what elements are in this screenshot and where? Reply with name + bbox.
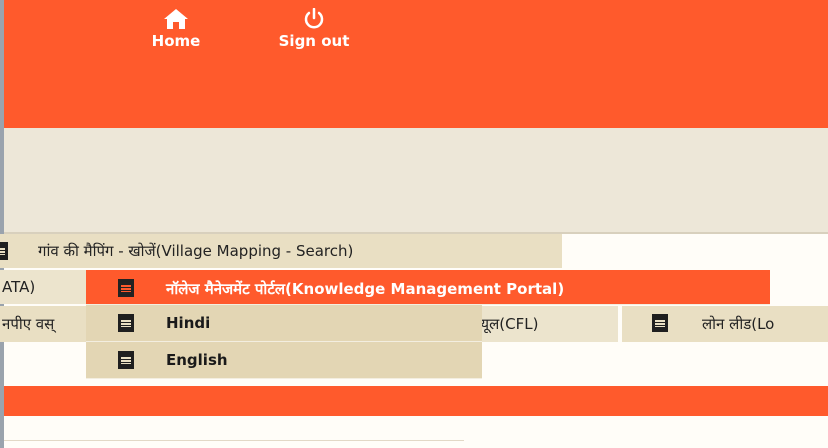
menu-item-partial[interactable]: नपीए वस् <box>0 306 86 342</box>
menu-item-label: न्यूल(CFL) <box>476 315 539 333</box>
bottom-divider <box>4 440 464 441</box>
knowledge-portal-submenu: नॉलेज मैनेजमेंट पोर्टल(Knowledge Managem… <box>86 270 770 379</box>
sign-out-button[interactable]: Sign out <box>262 8 366 50</box>
document-icon <box>118 351 134 369</box>
submenu-item-hindi[interactable]: Hindi <box>86 305 482 342</box>
submenu-item-label: Hindi <box>166 314 211 332</box>
submenu-item-knowledge-portal[interactable]: नॉलेज मैनेजमेंट पोर्टल(Knowledge Managem… <box>86 270 770 305</box>
content-band <box>4 128 828 232</box>
home-icon <box>164 9 188 29</box>
power-icon <box>304 8 324 29</box>
document-icon <box>118 279 134 297</box>
menu-item-label: नपीए वस् <box>2 315 55 333</box>
submenu-item-label: English <box>166 351 228 369</box>
top-header: Home Sign out <box>4 0 828 128</box>
menu-item-data[interactable]: ATA) <box>0 270 86 304</box>
sign-out-label: Sign out <box>278 32 350 50</box>
menu-item-label: लोन लीड(Lo <box>702 315 775 333</box>
document-icon <box>652 314 668 332</box>
menu-item-loan-lead[interactable]: लोन लीड(Lo <box>622 306 828 342</box>
submenu-item-english[interactable]: English <box>86 342 482 379</box>
bottom-bar <box>4 386 828 416</box>
home-label: Home <box>151 32 201 50</box>
menu-item-cfl[interactable]: न्यूल(CFL) <box>474 306 618 342</box>
document-icon <box>118 314 134 332</box>
home-button[interactable]: Home <box>138 8 214 50</box>
menu-item-label: गांव की मैपिंग - खोजें(Village Mapping -… <box>38 242 354 260</box>
menu-item-label: ATA) <box>2 278 36 296</box>
document-icon <box>0 242 8 260</box>
submenu-item-label: नॉलेज मैनेजमेंट पोर्टल(Knowledge Managem… <box>166 280 565 298</box>
menu-item-village-mapping[interactable]: गांव की मैपिंग - खोजें(Village Mapping -… <box>0 234 562 268</box>
